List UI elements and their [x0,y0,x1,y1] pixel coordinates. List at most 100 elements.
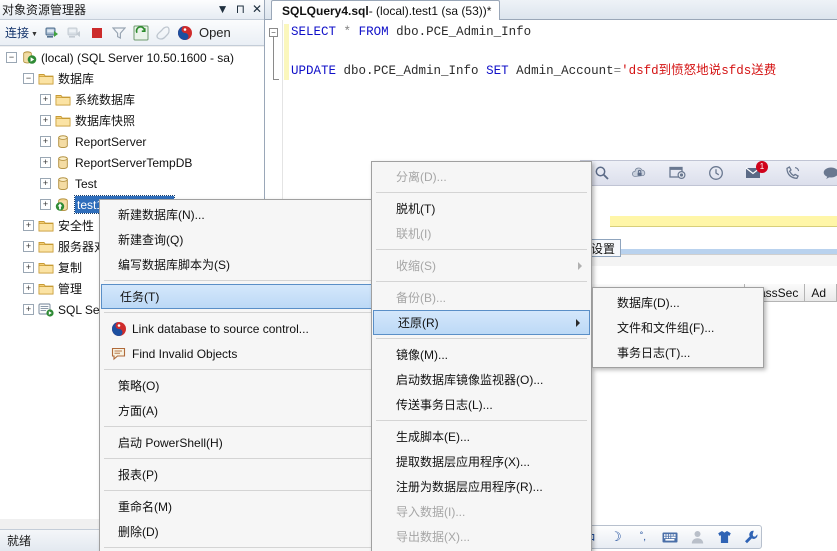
user-icon[interactable] [689,529,705,545]
expand-toggle-icon[interactable]: + [23,220,34,231]
code-fold-toggle[interactable]: − [269,28,278,37]
tab-sqlquery4[interactable]: SQLQuery4.sql - (local).test1 (sa (53))* [271,0,501,20]
menu-item[interactable]: Link database to source control... [100,316,403,341]
menu-item-label: 编写数据库脚本为(S) [118,258,230,272]
expand-toggle-icon[interactable]: + [40,157,51,168]
menu-item[interactable]: 注册为数据层应用程序(R)... [372,474,591,499]
menu-item-label: 任务(T) [120,290,160,304]
menu-item[interactable]: 文件和文件组(F)... [593,315,763,340]
database-restoring-icon [55,197,71,213]
sql-string-cn-1: 到愤怒地说 [658,63,722,77]
menu-item[interactable]: 镜像(M)... [372,342,591,367]
search-icon[interactable] [594,163,610,183]
expand-toggle-icon[interactable]: + [40,94,51,105]
moon-icon[interactable]: ☽ [608,529,624,545]
menu-item-label: 策略(O) [118,379,160,393]
status-label: 就绪 [7,534,32,548]
skin-icon[interactable] [716,529,732,545]
expand-toggle-icon[interactable]: + [40,136,51,147]
tray-toolbar: 1 6 [580,160,837,186]
menu-item[interactable]: 脱机(T) [372,196,591,221]
tree-node[interactable]: + 数据库快照 [0,110,264,131]
collapse-toggle-icon[interactable]: − [6,52,17,63]
sql-column-1: Admin_Account [516,64,614,78]
connect-server-icon[interactable] [44,24,62,42]
script-icon[interactable] [154,24,172,42]
menu-item[interactable]: 启动 PowerShell(H) [100,430,403,455]
menu-item-label: 导出数据(X)... [396,530,470,544]
ime-toolbar[interactable]: 中 ☽ ˚, [572,525,762,549]
database-icon [55,134,71,150]
context-menu-restore[interactable]: 数据库(D)... 文件和文件组(F)... 事务日志(T)... [592,287,764,368]
expand-toggle-icon[interactable]: + [23,304,34,315]
menu-item-label: 新建数据库(N)... [118,208,205,222]
expand-toggle-icon[interactable]: + [40,115,51,126]
connect-button[interactable]: 连接 ▼ [3,23,40,42]
sql-string-part-2: sfds [721,64,752,78]
menu-item[interactable]: 事务日志(T)... [593,340,763,365]
context-menu-tasks[interactable]: 分离(D)... 脱机(T) 联机(I) 收缩(S) 备份(B)... 还原(R) 镜像(M… [371,161,592,551]
tree-node[interactable]: + 系统数据库 [0,89,264,110]
mail-icon[interactable]: 1 [745,161,768,183]
phone-icon[interactable] [784,163,801,183]
tree-node[interactable]: + ReportServerTempDB [0,152,264,173]
punctuation-icon[interactable]: ˚, [635,529,651,545]
keyboard-icon[interactable] [662,529,678,545]
menu-item-label: 报表(P) [118,468,158,482]
stop-icon[interactable] [88,24,106,42]
filter-icon[interactable] [110,24,128,42]
grid-column-ad[interactable]: Ad [805,284,837,301]
screenshot-icon[interactable] [669,163,687,183]
panel-pin-icon[interactable]: ⊓ [236,1,245,17]
menu-item[interactable]: 新建数据库(N)... [100,202,403,227]
menu-item-label: Link database to source control... [132,321,309,336]
tree-node[interactable]: − 数据库 [0,68,264,89]
menu-item: 联机(I) [372,221,591,246]
disconnect-server-icon[interactable] [66,24,84,42]
refresh-icon[interactable] [132,24,150,42]
panel-close-icon[interactable]: ✕ [252,1,262,17]
tree-node[interactable]: + Test [0,173,264,194]
menu-item[interactable]: 报表(P) [100,462,403,487]
menu-item-label: 删除(D) [118,525,159,539]
menu-item-label: 数据库(D)... [617,296,680,310]
expand-toggle-icon[interactable]: + [40,178,51,189]
context-menu-database[interactable]: 新建数据库(N)... 新建查询(Q) 编写数据库脚本为(S) 任务(T) Link d… [99,199,404,551]
expand-toggle-icon[interactable]: + [23,283,34,294]
sql-code-text[interactable]: SELECT * FROM dbo.PCE_Admin_Info UPDATE … [291,23,837,81]
expand-toggle-icon[interactable]: + [23,262,34,273]
chat-icon[interactable] [822,163,837,183]
sql-kw-from: FROM [358,25,389,39]
expand-toggle-icon[interactable]: + [40,199,51,210]
expand-toggle-icon[interactable]: + [23,241,34,252]
tree-node[interactable]: + ReportServer [0,131,264,152]
menu-item[interactable]: 传送事务日志(L)... [372,392,591,417]
menu-item[interactable]: 编写数据库脚本为(S) [100,252,403,277]
open-label[interactable]: Open [199,25,231,40]
menu-item[interactable]: 还原(R) [373,310,590,335]
menu-item[interactable]: 启动数据库镜像监视器(O)... [372,367,591,392]
menu-item-label: 启动 PowerShell(H) [118,436,223,450]
chevron-down-icon: ▼ [31,31,38,38]
clock-icon[interactable] [708,163,724,183]
menu-item-label: 提取数据层应用程序(X)... [396,455,530,469]
collapse-toggle-icon[interactable]: − [23,73,34,84]
menu-item[interactable]: 数据库(D)... [593,290,763,315]
menu-separator [376,420,587,421]
menu-item-label: 新建查询(Q) [118,233,184,247]
tree-node[interactable]: − (local) (SQL Server 10.50.1600 - sa) [0,47,264,68]
menu-item[interactable]: 新建查询(Q) [100,227,403,252]
menu-item[interactable]: 方面(A) [100,398,403,423]
source-control-icon[interactable] [176,24,194,42]
menu-item[interactable]: 提取数据层应用程序(X)... [372,449,591,474]
panel-dropdown-icon[interactable]: ▼ [217,1,229,17]
tools-icon[interactable] [743,529,759,545]
cloud-lock-icon[interactable] [631,163,648,183]
menu-item[interactable]: 策略(O) [100,373,403,398]
menu-item[interactable]: Find Invalid Objects [100,341,403,366]
menu-item[interactable]: 任务(T) [101,284,402,309]
menu-item-label: 生成脚本(E)... [396,430,470,444]
menu-item[interactable]: 删除(D) [100,519,403,544]
menu-item[interactable]: 生成脚本(E)... [372,424,591,449]
menu-item[interactable]: 重命名(M) [100,494,403,519]
